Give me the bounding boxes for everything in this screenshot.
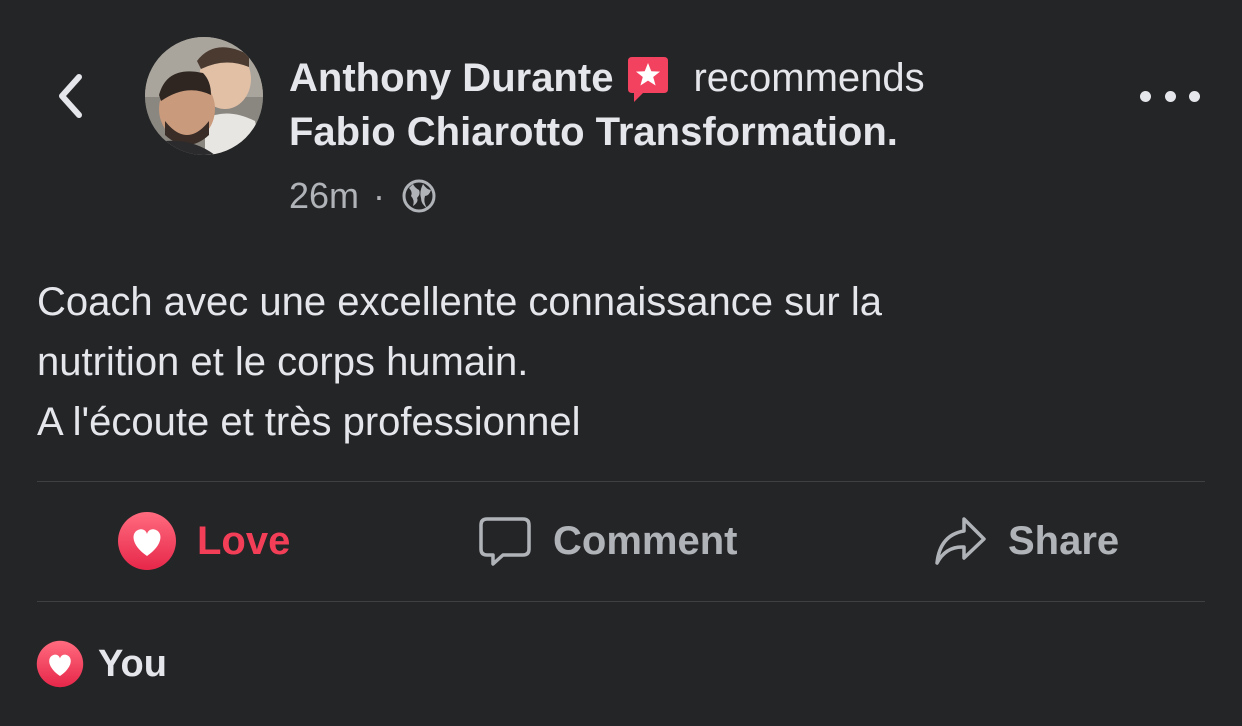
comment-button[interactable]: Comment <box>477 482 737 600</box>
more-dot <box>1189 90 1200 102</box>
post-body-line: nutrition et le corps humain. <box>37 340 529 384</box>
heart-icon <box>117 511 177 571</box>
share-label: Share <box>1008 518 1120 563</box>
avatar[interactable] <box>145 37 263 155</box>
recommends-text: recommends <box>693 56 925 100</box>
chevron-left-icon <box>59 74 82 118</box>
reactions-label: You <box>98 642 167 685</box>
avatar-photo <box>145 37 263 155</box>
heart-icon <box>36 640 84 688</box>
post-body-line: A l'écoute et très professionnel <box>37 400 581 444</box>
back-button[interactable] <box>48 68 92 124</box>
more-dot <box>1164 90 1176 102</box>
share-button[interactable]: Share <box>932 482 1119 600</box>
meta-separator: · <box>373 175 386 216</box>
divider-bottom <box>37 601 1205 602</box>
love-label: Love <box>197 518 291 563</box>
page-name[interactable]: Fabio Chiarotto Transformation. <box>289 104 1109 160</box>
timestamp[interactable]: 26m <box>289 175 359 217</box>
more-options-button[interactable] <box>1140 78 1200 114</box>
post-body-line: Coach avec une excellente connaissance s… <box>37 280 882 324</box>
header-line: Anthony Durante recommends <box>289 52 1109 104</box>
comment-bubble-icon <box>477 513 533 569</box>
reactions-summary[interactable]: You <box>36 640 167 688</box>
post-header: Anthony Durante recommends Fabio Chiarot… <box>289 52 1109 160</box>
post-body: Coach avec une excellente connaissance s… <box>37 272 1197 452</box>
more-dots-icon <box>1140 90 1151 102</box>
share-arrow-icon <box>932 513 988 569</box>
post-meta: 26m · <box>289 175 437 217</box>
recommend-star-icon <box>623 55 673 105</box>
love-button[interactable]: Love <box>117 482 290 600</box>
action-bar: Love Comment Share <box>37 482 1205 600</box>
author-name[interactable]: Anthony Durante <box>289 52 613 104</box>
comment-label: Comment <box>553 518 738 563</box>
post-detail-page: Anthony Durante recommends Fabio Chiarot… <box>0 0 1242 726</box>
globe-icon <box>401 178 437 214</box>
